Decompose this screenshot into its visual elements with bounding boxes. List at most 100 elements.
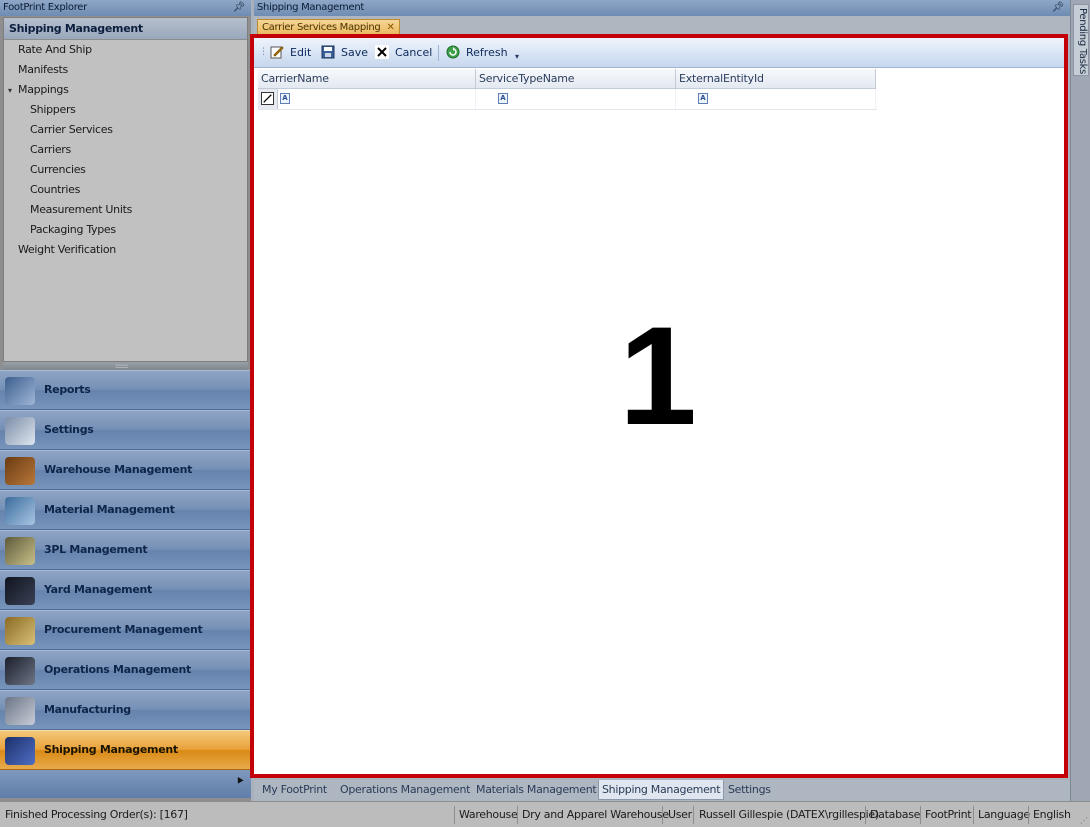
module-list: Reports Settings Warehouse Management Ma… — [0, 370, 251, 798]
warehouse-value: Dry and Apparel Warehouse — [522, 808, 669, 821]
shipping-icon — [5, 737, 35, 765]
module-shipping-management[interactable]: Shipping Management — [0, 730, 251, 770]
tree-item-label: Countries — [30, 183, 81, 196]
grid-toolbar: ⋮ Edit Save Cancel Refresh ▾ — [254, 38, 1064, 68]
side-panel: Pending Tasks — [1070, 0, 1090, 801]
navigation-tree: Shipping Management Rate And Ship Manife… — [3, 17, 248, 362]
toolbar-grip-icon[interactable]: ⋮ — [259, 47, 268, 57]
nav-tree-header[interactable]: Shipping Management — [4, 18, 247, 40]
overflow-chevron-icon[interactable]: ⯈ — [235, 774, 245, 789]
collapse-icon[interactable]: ▾ — [8, 81, 18, 101]
tab-settings[interactable]: Settings — [728, 780, 771, 800]
module-reports[interactable]: Reports — [0, 370, 251, 410]
tab-operations-management[interactable]: Operations Management — [340, 780, 470, 800]
cancel-label: Cancel — [395, 46, 433, 59]
tree-item-label: Rate And Ship — [18, 43, 92, 56]
procurement-icon — [5, 617, 35, 645]
tab-my-footprint[interactable]: My FootPrint — [262, 780, 327, 800]
status-separator — [920, 806, 921, 824]
row-selector[interactable] — [258, 89, 278, 109]
pin-icon[interactable]: 📌︎ — [233, 0, 246, 16]
tree-item-packaging-types[interactable]: Packaging Types — [4, 220, 247, 240]
cell-servicetypename[interactable]: A — [476, 89, 676, 109]
status-separator — [454, 806, 455, 824]
toolbar-overflow-icon[interactable]: ▾ — [515, 52, 519, 61]
refresh-icon — [446, 45, 460, 59]
refresh-button[interactable]: Refresh — [446, 45, 508, 61]
pending-tasks-tab[interactable]: Pending Tasks — [1073, 4, 1089, 76]
save-button[interactable]: Save — [321, 45, 368, 61]
database-value: FootPrint — [925, 808, 972, 821]
tree-item-weight-verification[interactable]: Weight Verification — [4, 240, 247, 260]
tree-item-carrier-services[interactable]: Carrier Services — [4, 120, 247, 140]
pending-tasks-label: Pending Tasks — [1077, 8, 1088, 75]
user-value: Russell Gillespie (DATEX\rgillespie) — [699, 808, 879, 821]
grid-new-row: A A A — [258, 89, 877, 110]
cell-externalentityid[interactable]: A — [676, 89, 876, 109]
column-header-servicetypename[interactable]: ServiceTypeName — [476, 69, 676, 89]
module-manufacturing[interactable]: Manufacturing — [0, 690, 251, 730]
tab-shipping-management[interactable]: Shipping Management — [598, 780, 725, 800]
tree-item-label: Measurement Units — [30, 203, 133, 216]
explorer-title-bar: FootPrint Explorer 📌︎ — [0, 0, 251, 16]
tree-item-currencies[interactable]: Currencies — [4, 160, 247, 180]
tree-item-label: Carriers — [30, 143, 71, 156]
tab-label: Carrier Services Mapping — [262, 22, 381, 33]
column-header-carriername[interactable]: CarrierName — [258, 69, 476, 89]
module-operations-management[interactable]: Operations Management — [0, 650, 251, 690]
pin-icon[interactable]: 📌︎ — [1052, 0, 1065, 16]
yard-icon — [5, 577, 35, 605]
status-separator — [865, 806, 866, 824]
text-filter-icon[interactable]: A — [498, 93, 508, 104]
warehouse-icon — [5, 457, 35, 485]
tree-item-carriers[interactable]: Carriers — [4, 140, 247, 160]
tree-item-label: Currencies — [30, 163, 86, 176]
tree-item-rate-and-ship[interactable]: Rate And Ship — [4, 40, 247, 60]
tree-item-countries[interactable]: Countries — [4, 180, 247, 200]
module-overflow-bar: ⯈ — [0, 770, 251, 798]
edit-button[interactable]: Edit — [270, 45, 311, 61]
tree-item-shippers[interactable]: Shippers — [4, 100, 247, 120]
save-label: Save — [341, 46, 369, 59]
module-label: Settings — [44, 423, 94, 436]
module-settings[interactable]: Settings — [0, 410, 251, 450]
tree-item-measurement-units[interactable]: Measurement Units — [4, 200, 247, 220]
module-label: Shipping Management — [44, 743, 178, 756]
text-filter-icon[interactable]: A — [280, 93, 290, 104]
status-separator — [662, 806, 663, 824]
tree-item-label: Shippers — [30, 103, 76, 116]
resize-grip-icon[interactable]: ⋰ — [1080, 816, 1088, 825]
module-warehouse-management[interactable]: Warehouse Management — [0, 450, 251, 490]
toolbar-separator — [438, 45, 439, 61]
highlighted-content-region: ⋮ Edit Save Cancel Refresh ▾ CarrierName… — [250, 34, 1068, 778]
warehouse-label: Warehouse — [459, 808, 518, 821]
module-material-management[interactable]: Material Management — [0, 490, 251, 530]
edit-label: Edit — [290, 46, 312, 59]
tree-item-label: Mappings — [18, 83, 69, 96]
tree-item-mappings[interactable]: ▾ Mappings — [4, 80, 247, 100]
panel-splitter[interactable]: :::::::::::: — [3, 362, 248, 370]
tree-item-manifests[interactable]: Manifests — [4, 60, 247, 80]
cell-carriername[interactable]: A — [278, 89, 476, 109]
module-label: Procurement Management — [44, 623, 203, 636]
operations-icon — [5, 657, 35, 685]
bottom-tab-strip: My FootPrint Operations Management Mater… — [254, 780, 1070, 801]
database-label: Database — [870, 808, 921, 821]
grid-header-row: CarrierName ServiceTypeName ExternalEnti… — [258, 69, 877, 89]
document-tab-strip: Carrier Services Mapping ✕ — [254, 16, 1070, 36]
status-bar: Finished Processing Order(s): [167] Ware… — [0, 801, 1090, 827]
status-message: Finished Processing Order(s): [167] — [5, 808, 188, 821]
close-icon[interactable]: ✕ — [386, 22, 394, 33]
module-3pl-management[interactable]: 3PL Management — [0, 530, 251, 570]
module-yard-management[interactable]: Yard Management — [0, 570, 251, 610]
cancel-button[interactable]: Cancel — [375, 45, 432, 61]
column-header-externalentityid[interactable]: ExternalEntityId — [676, 69, 876, 89]
main-title-bar: Shipping Management 📌︎ — [254, 0, 1070, 16]
main-title: Shipping Management — [257, 2, 364, 13]
tree-item-label: Packaging Types — [30, 223, 116, 236]
module-label: Warehouse Management — [44, 463, 193, 476]
module-procurement-management[interactable]: Procurement Management — [0, 610, 251, 650]
tab-materials-management[interactable]: Materials Management — [476, 780, 597, 800]
text-filter-icon[interactable]: A — [698, 93, 708, 104]
edit-icon — [270, 46, 284, 59]
